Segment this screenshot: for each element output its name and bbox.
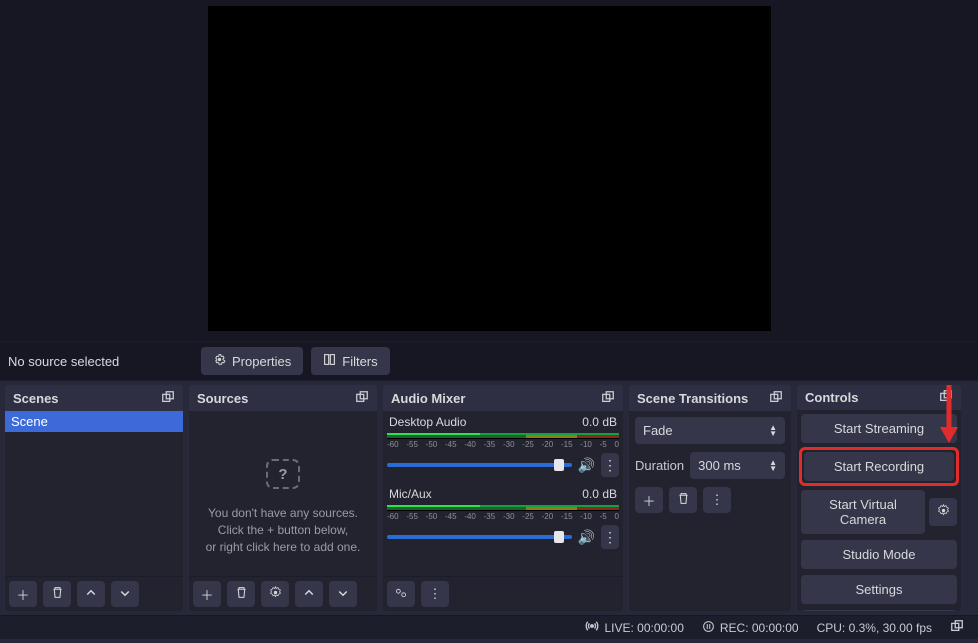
channel-menu-button[interactable]: ⋮: [601, 453, 619, 477]
meter-scale: -60-55-50-45-40-35-30-25-20-15-10-50: [387, 511, 619, 521]
advanced-audio-button[interactable]: [387, 581, 415, 607]
popout-icon: [769, 390, 783, 404]
scene-down-button[interactable]: [111, 581, 139, 607]
plus-icon: ＋: [16, 585, 29, 604]
gears-icon: [394, 586, 408, 603]
add-source-button[interactable]: ＋: [193, 581, 221, 607]
kebab-icon: ⋮: [603, 529, 617, 545]
start-streaming-button[interactable]: Start Streaming: [801, 414, 957, 443]
preview-area: [0, 0, 978, 341]
spin-arrows-icon: ▲▼: [769, 425, 777, 437]
dock-popout-button[interactable]: [161, 390, 175, 407]
sources-empty-state[interactable]: ? You don't have any sources. Click the …: [193, 415, 373, 555]
channel-name: Desktop Audio: [389, 415, 466, 429]
kebab-icon: ⋮: [429, 586, 442, 602]
volume-slider[interactable]: [387, 463, 572, 467]
speaker-icon[interactable]: 🔊: [578, 457, 595, 474]
properties-button[interactable]: Properties: [201, 347, 303, 375]
status-popout-button[interactable]: [950, 619, 964, 636]
source-up-button[interactable]: [295, 581, 323, 607]
status-bar: LIVE: 00:00:00 REC: 00:00:00 CPU: 0.3%, …: [0, 615, 978, 639]
trash-icon: [677, 492, 690, 508]
chevron-down-icon: [119, 587, 131, 602]
studio-mode-button[interactable]: Studio Mode: [801, 540, 957, 569]
popout-icon: [355, 390, 369, 404]
dock-popout-button[interactable]: [355, 390, 369, 407]
dock-popout-button[interactable]: [769, 390, 783, 407]
filters-icon: [323, 353, 336, 369]
highlight-annotation: Start Recording: [799, 447, 959, 486]
dock-popout-button[interactable]: [601, 390, 615, 407]
mixer-menu-button[interactable]: ⋮: [421, 581, 449, 607]
audio-meter: [387, 433, 619, 439]
exit-button[interactable]: Exit: [801, 610, 957, 611]
volume-slider[interactable]: [387, 535, 572, 539]
scenes-dock: Scenes Scene ＋: [5, 385, 183, 611]
gear-icon: [269, 586, 282, 602]
question-icon: ?: [266, 459, 300, 489]
add-scene-button[interactable]: ＋: [9, 581, 37, 607]
remove-scene-button[interactable]: [43, 581, 71, 607]
mixer-title: Audio Mixer: [391, 391, 465, 406]
meter-scale: -60-55-50-45-40-35-30-25-20-15-10-50: [387, 439, 619, 449]
popout-icon: [939, 389, 953, 403]
start-recording-button[interactable]: Start Recording: [804, 452, 954, 481]
chevron-down-icon: [337, 587, 349, 602]
sources-title: Sources: [197, 391, 248, 406]
stream-status: LIVE: 00:00:00: [585, 620, 683, 635]
duration-label: Duration: [635, 458, 684, 473]
mixer-channel: Desktop Audio 0.0 dB -60-55-50-45-40-35-…: [387, 415, 619, 477]
remove-source-button[interactable]: [227, 581, 255, 607]
transitions-dock: Scene Transitions Fade ▲▼ Duration 300 m…: [629, 385, 791, 611]
preview-canvas[interactable]: [208, 6, 771, 331]
transitions-title: Scene Transitions: [637, 391, 748, 406]
kebab-icon: ⋮: [711, 492, 724, 508]
settings-button[interactable]: Settings: [801, 575, 957, 604]
record-status: REC: 00:00:00: [702, 620, 799, 636]
channel-level: 0.0 dB: [582, 487, 617, 501]
add-transition-button[interactable]: ＋: [635, 487, 663, 513]
controls-dock: Controls Start Streaming Start Recording…: [797, 385, 961, 611]
pause-circle-icon: [702, 620, 715, 636]
audio-meter: [387, 505, 619, 511]
channel-level: 0.0 dB: [582, 415, 617, 429]
audio-mixer-dock: Audio Mixer Desktop Audio 0.0 dB -60-55-…: [383, 385, 623, 611]
gear-icon: [213, 353, 226, 369]
scene-item[interactable]: Scene: [5, 411, 183, 432]
plus-icon: ＋: [200, 585, 213, 604]
speaker-icon[interactable]: 🔊: [578, 529, 595, 546]
start-virtual-camera-button[interactable]: Start Virtual Camera: [801, 490, 925, 534]
source-down-button[interactable]: [329, 581, 357, 607]
popout-icon: [950, 619, 964, 633]
scenes-title: Scenes: [13, 391, 59, 406]
remove-transition-button[interactable]: [669, 487, 697, 513]
channel-menu-button[interactable]: ⋮: [601, 525, 619, 549]
source-properties-button[interactable]: [261, 581, 289, 607]
dock-popout-button[interactable]: [939, 389, 953, 406]
source-toolbar: No source selected Properties Filters: [0, 341, 978, 381]
chevron-up-icon: [85, 587, 97, 602]
mixer-channel: Mic/Aux 0.0 dB -60-55-50-45-40-35-30-25-…: [387, 487, 619, 549]
transition-menu-button[interactable]: ⋮: [703, 487, 731, 513]
filters-button[interactable]: Filters: [311, 347, 389, 375]
plus-icon: ＋: [642, 491, 655, 510]
duration-input[interactable]: 300 ms ▲▼: [690, 452, 785, 479]
trash-icon: [235, 586, 248, 602]
virtual-camera-settings-button[interactable]: [929, 498, 957, 526]
popout-icon: [161, 390, 175, 404]
popout-icon: [601, 390, 615, 404]
scene-up-button[interactable]: [77, 581, 105, 607]
channel-name: Mic/Aux: [389, 487, 432, 501]
kebab-icon: ⋮: [603, 457, 617, 473]
cpu-status: CPU: 0.3%, 30.00 fps: [817, 621, 932, 635]
controls-title: Controls: [805, 390, 858, 405]
transition-select[interactable]: Fade ▲▼: [635, 417, 785, 444]
trash-icon: [51, 586, 64, 602]
chevron-up-icon: [303, 587, 315, 602]
no-source-label: No source selected: [6, 354, 201, 369]
spin-arrows-icon: ▲▼: [769, 460, 777, 472]
broadcast-icon: [585, 620, 599, 635]
gear-icon: [937, 504, 950, 520]
sources-dock: Sources ? You don't have any sources. Cl…: [189, 385, 377, 611]
